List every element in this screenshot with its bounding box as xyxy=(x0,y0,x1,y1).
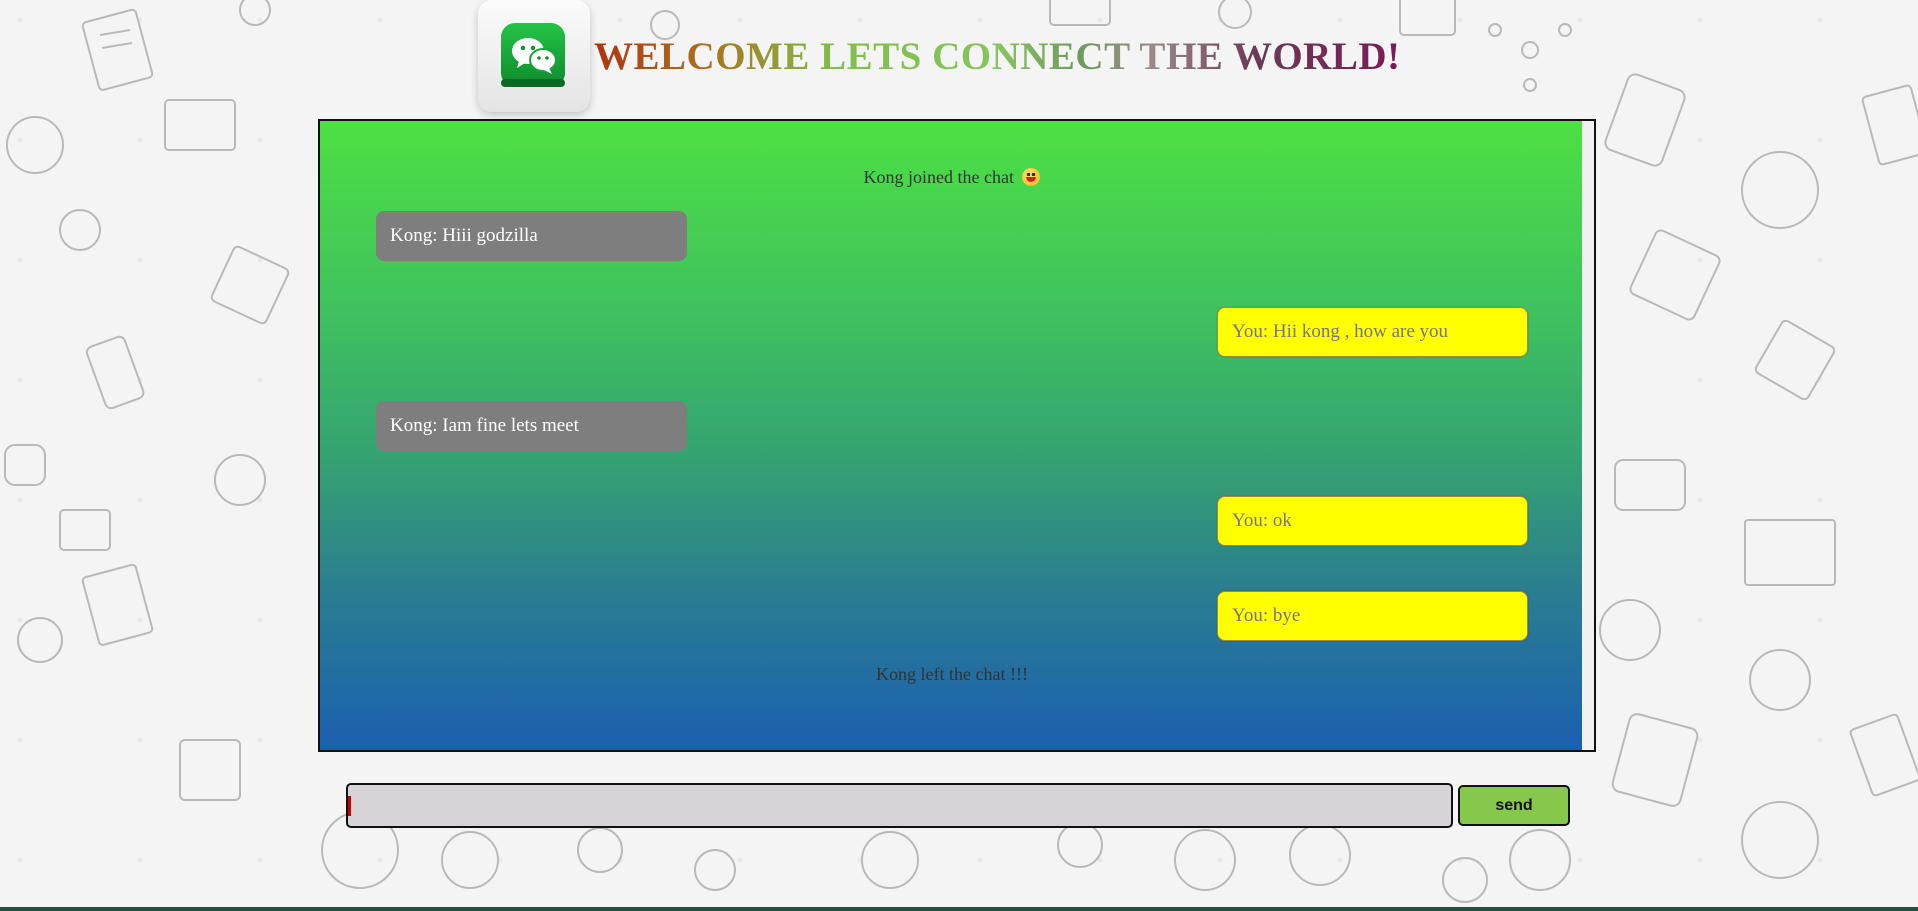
grinning-face-icon xyxy=(1022,168,1041,186)
message-bubble-outgoing: You: bye xyxy=(1217,591,1528,641)
leave-notice-text: Kong left the chat !!! xyxy=(876,664,1028,684)
chat-bubbles-app-icon xyxy=(478,0,590,112)
message-bubble-incoming: Kong: Iam fine lets meet xyxy=(376,401,687,451)
message-bubble-outgoing: You: Hii kong , how are you xyxy=(1217,307,1528,357)
bottom-border xyxy=(0,907,1918,911)
message-input[interactable] xyxy=(346,783,1453,828)
page-header: WELCOME LETS CONNECT THE WORLD! xyxy=(478,0,1401,112)
join-notice: Kong joined the chat xyxy=(320,167,1584,188)
message-text: You: Hii kong , how are you xyxy=(1232,321,1449,342)
message-text: Kong: Iam fine lets meet xyxy=(390,415,579,436)
send-button[interactable]: send xyxy=(1458,785,1570,826)
message-text: You: ok xyxy=(1232,510,1292,531)
leave-notice: Kong left the chat !!! xyxy=(320,664,1584,685)
join-notice-text: Kong joined the chat xyxy=(863,167,1014,187)
page-title: WELCOME LETS CONNECT THE WORLD! xyxy=(594,34,1401,78)
message-text: You: bye xyxy=(1232,605,1301,626)
message-bubble-incoming: Kong: Hiii godzilla xyxy=(376,211,687,261)
chat-scrollbar[interactable] xyxy=(1582,121,1594,750)
text-caret xyxy=(348,796,351,816)
message-bubble-outgoing: You: ok xyxy=(1217,496,1528,546)
chat-messages-panel[interactable]: Kong joined the chat Kong: Hiii godzilla… xyxy=(318,119,1596,752)
message-text: Kong: Hiii godzilla xyxy=(390,225,538,246)
